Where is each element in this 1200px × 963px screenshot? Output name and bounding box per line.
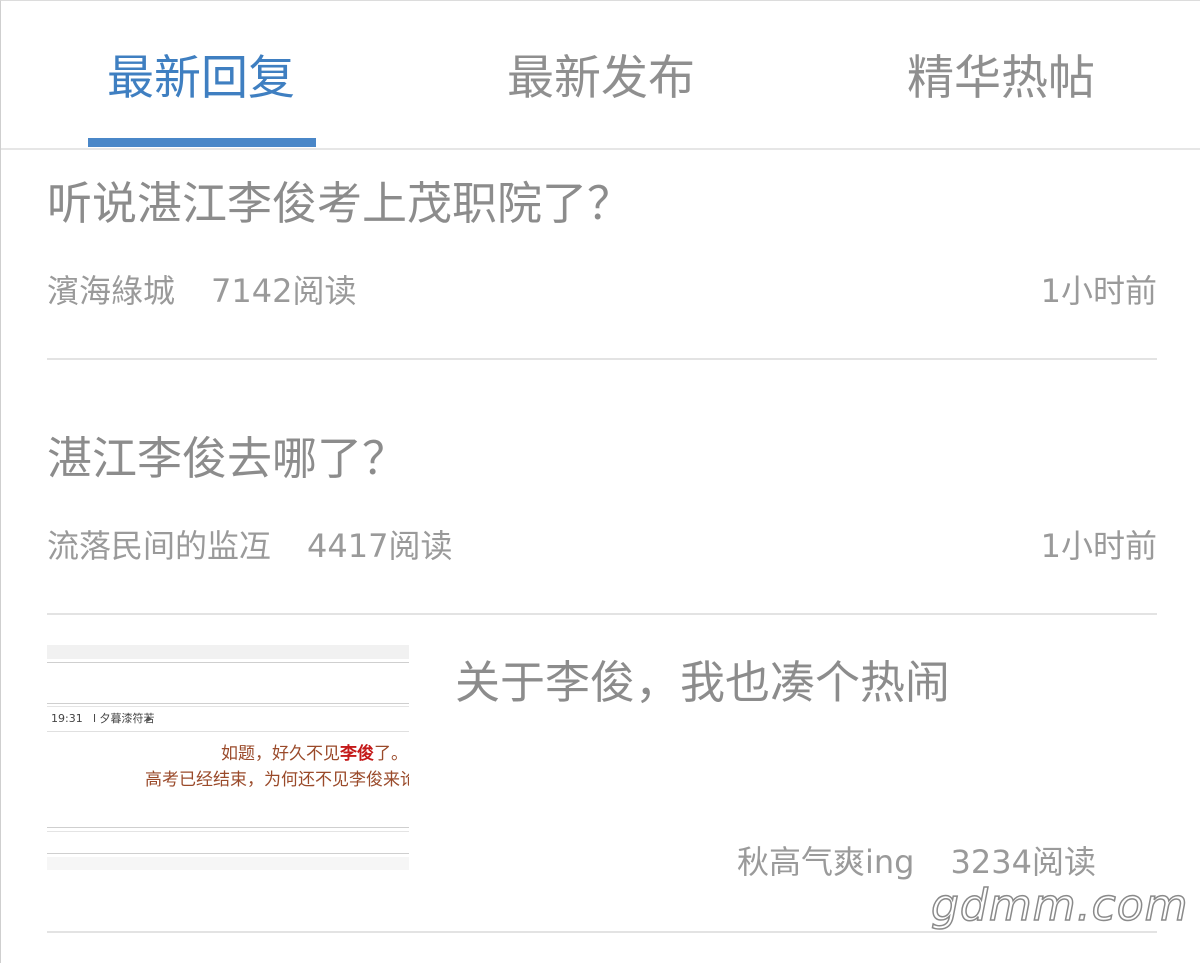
post-author[interactable]: 秋高气爽ing [737, 843, 915, 881]
post-meta: 濱海綠城 7142阅读 [47, 270, 356, 312]
post-meta: 流落民间的监冱 4417阅读 [47, 525, 452, 567]
thumbnail-text-line-2: 高考已经结束，为何还不见李俊来论 [145, 770, 409, 790]
post-item[interactable]: 湛江李俊去哪了？ 流落民间的监冱 4417阅读 1小时前 [47, 360, 1157, 615]
tab-bar: 最新回复 最新发布 精华热帖 [1, 1, 1200, 150]
post-author[interactable]: 濱海綠城 [47, 272, 175, 310]
post-meta: 秋高气爽ing 3234阅读 [737, 841, 1096, 883]
post-read-count: 3234阅读 [950, 843, 1096, 881]
thumbnail-divider [47, 853, 409, 854]
post-time: 1小时前 [1040, 527, 1157, 565]
post-title[interactable]: 听说湛江李俊考上茂职院了？ [47, 174, 632, 234]
post-thumbnail[interactable]: 19:31 l 夕暮漆符若 ▸ 如题，好久不见李俊了。 高考已经结束，为何还不见… [47, 645, 409, 870]
thumbnail-time: 19:31 [51, 712, 83, 725]
post-read-count: 7142阅读 [211, 272, 357, 310]
thumbnail-text-line-1: 如题，好久不见李俊了。 [221, 744, 408, 764]
tab-featured-posts[interactable]: 精华热帖 [907, 47, 1095, 111]
highlight-name: 李俊 [340, 744, 374, 764]
thumbnail-divider [47, 827, 409, 828]
tab-latest-posts[interactable]: 最新发布 [507, 47, 695, 111]
thumbnail-divider [47, 831, 409, 832]
post-time: 1小时前 [1040, 272, 1157, 310]
thumbnail-divider [47, 731, 409, 732]
post-title[interactable]: 关于李俊，我也凑个热闹 [455, 653, 950, 713]
thumbnail-user: l 夕暮漆符若 [93, 712, 155, 725]
active-tab-indicator [88, 138, 316, 147]
thumbnail-header-band [47, 645, 409, 659]
thumbnail-divider [47, 706, 409, 707]
post-title[interactable]: 湛江李俊去哪了？ [47, 429, 407, 489]
thumbnail-divider [47, 703, 409, 704]
post-author[interactable]: 流落民间的监冱 [47, 527, 271, 565]
post-read-count: 4417阅读 [307, 527, 453, 565]
play-arrow-icon: ▸ [147, 712, 153, 725]
watermark: gdmm.com [930, 880, 1189, 932]
post-item[interactable]: 听说湛江李俊考上茂职院了？ 濱海綠城 7142阅读 1小时前 [47, 148, 1157, 360]
thumbnail-footer-band [47, 857, 409, 870]
tab-latest-replies[interactable]: 最新回复 [107, 47, 295, 111]
thumbnail-divider [47, 662, 409, 663]
